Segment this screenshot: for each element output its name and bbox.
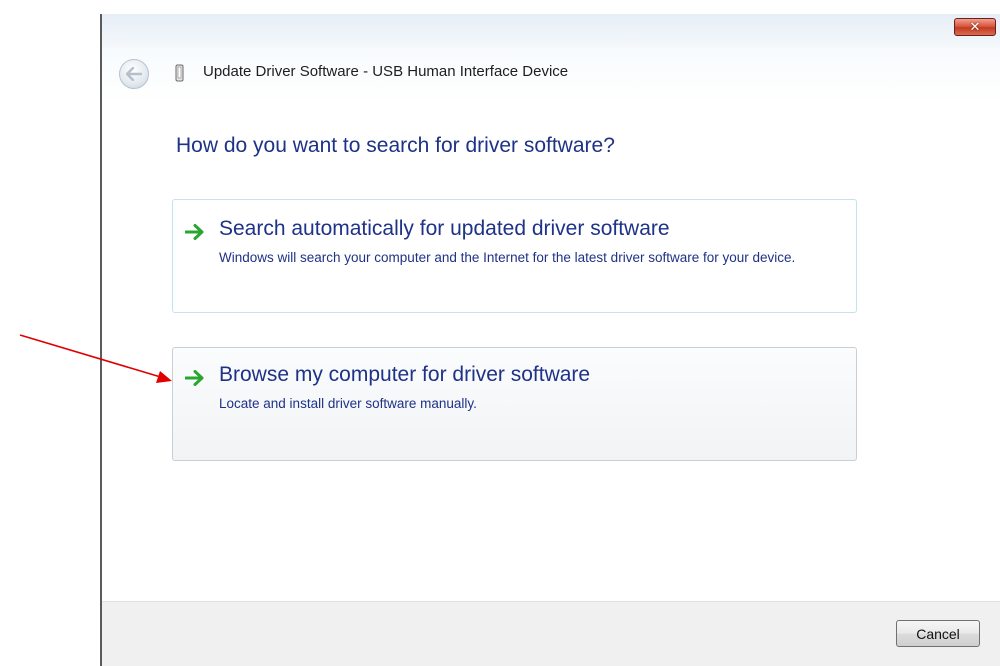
close-button[interactable]: ✕ — [954, 18, 996, 36]
green-arrow-icon — [185, 224, 204, 240]
dialog-footer: Cancel — [102, 601, 1000, 666]
back-button[interactable] — [119, 59, 149, 89]
dialog-title: Update Driver Software - USB Human Inter… — [203, 63, 569, 80]
main-instruction: How do you want to search for driver sof… — [176, 134, 615, 157]
option-description: Windows will search your computer and th… — [219, 250, 796, 265]
green-arrow-icon — [185, 370, 204, 386]
back-arrow-icon — [126, 67, 142, 81]
option-description: Locate and install driver software manua… — [219, 396, 477, 411]
title-bar — [102, 14, 1000, 48]
search-automatically-option[interactable]: Search automatically for updated driver … — [172, 199, 857, 313]
screenshot-canvas: ✕ Update Driver Software - USB Human Int… — [0, 0, 1000, 666]
browse-computer-option[interactable]: Browse my computer for driver software L… — [172, 347, 857, 461]
update-driver-dialog: ✕ Update Driver Software - USB Human Int… — [100, 14, 1000, 666]
option-title: Search automatically for updated driver … — [219, 217, 670, 240]
usb-device-icon — [175, 64, 184, 82]
close-icon: ✕ — [969, 19, 981, 35]
cancel-button[interactable]: Cancel — [896, 620, 980, 647]
option-title: Browse my computer for driver software — [219, 363, 591, 386]
